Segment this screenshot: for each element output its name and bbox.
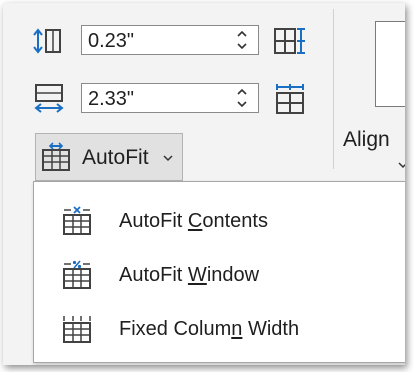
- menu-item-label: AutoFit Window: [119, 264, 260, 286]
- spin-up-icon[interactable]: [234, 86, 250, 98]
- row-height-value: 0.23": [88, 30, 135, 52]
- table-layout-ribbon: 0.23" 2.33" AutoFit Align AutoFit Conten…: [3, 3, 405, 365]
- row-height-row: 0.23": [33, 25, 313, 57]
- spin-down-icon[interactable]: [234, 98, 250, 110]
- column-width-spinner[interactable]: [234, 85, 250, 111]
- row-height-input[interactable]: 0.23": [81, 25, 259, 55]
- chevron-down-icon: [163, 155, 173, 162]
- menu-item-fixed-column-width[interactable]: Fixed Column Width: [34, 302, 405, 356]
- alignment-button[interactable]: [375, 21, 405, 107]
- column-width-value: 2.33": [88, 88, 135, 110]
- alignment-label: Align: [343, 128, 390, 151]
- autofit-contents-icon: [63, 206, 91, 235]
- autofit-button[interactable]: AutoFit: [35, 133, 183, 181]
- menu-item-label: AutoFit Contents: [119, 210, 268, 232]
- menu-item-autofit-contents[interactable]: AutoFit Contents: [34, 194, 405, 248]
- autofit-window-icon: [63, 260, 91, 289]
- autofit-dropdown-menu: AutoFit Contents AutoFit Window Fixed Co…: [33, 181, 405, 363]
- row-height-spinner[interactable]: [234, 27, 250, 53]
- autofit-icon: [42, 142, 70, 171]
- column-width-input[interactable]: 2.33": [81, 83, 259, 113]
- menu-item-autofit-window[interactable]: AutoFit Window: [34, 248, 405, 302]
- row-height-icon: [33, 28, 61, 54]
- spin-down-icon[interactable]: [234, 40, 250, 52]
- group-divider: [333, 9, 334, 169]
- distribute-columns-icon[interactable]: [273, 83, 307, 115]
- autofit-button-label: AutoFit: [82, 146, 149, 169]
- spin-up-icon[interactable]: [234, 28, 250, 40]
- distribute-rows-icon[interactable]: [273, 25, 307, 57]
- column-width-row: 2.33": [33, 83, 313, 115]
- column-width-icon: [34, 84, 64, 113]
- chevron-down-icon: [398, 162, 405, 169]
- fixed-column-width-icon: [63, 316, 91, 343]
- menu-item-label: Fixed Column Width: [119, 318, 300, 340]
